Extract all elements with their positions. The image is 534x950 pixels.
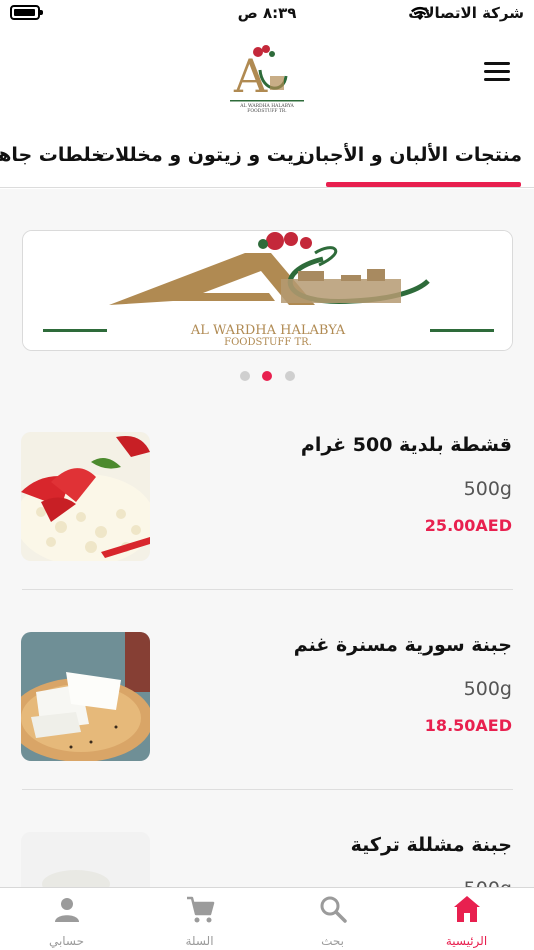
menu-icon[interactable] <box>484 62 510 84</box>
tab-ready-mixes[interactable]: خلطات جاهزة <box>0 144 105 166</box>
cart-icon <box>187 896 215 923</box>
product-item[interactable]: جبنة سورية مسنرة غنم 500g 18.50AED <box>0 578 534 778</box>
svg-text:AL WARDHA HALABYA: AL WARDHA HALABYA <box>190 323 346 338</box>
svg-text:A: A <box>233 49 268 103</box>
carrier-name: شركة الاتصالات <box>408 4 524 22</box>
category-tabs: منتجات الألبان و الأجبان زيت و زيتون و م… <box>0 130 534 188</box>
product-name: جبنة مشللة تركية <box>350 834 512 856</box>
tab-account[interactable]: حسابي <box>0 888 133 950</box>
home-icon <box>454 896 480 922</box>
promo-banner[interactable]: AL WARDHA HALABYA FOODSTUFF TR. <box>22 230 513 351</box>
search-icon <box>320 896 347 923</box>
tab-cart[interactable]: السلة <box>133 888 266 950</box>
banner-logo-image: AL WARDHA HALABYA FOODSTUFF TR. <box>23 231 512 350</box>
tab-home[interactable]: الرئيسية <box>400 888 533 950</box>
product-image[interactable] <box>21 632 150 761</box>
person-icon <box>55 898 79 922</box>
app-header: A AL WARDHA HALABYA FOODSTUFF TR. <box>0 30 534 130</box>
tab-cart-label: السلة <box>185 934 214 948</box>
svg-text:FOODSTUFF TR.: FOODSTUFF TR. <box>247 108 287 114</box>
main-content: AL WARDHA HALABYA FOODSTUFF TR. قشطة بلد… <box>0 189 534 950</box>
tab-account-label: حسابي <box>48 934 85 948</box>
tab-home-label: الرئيسية <box>445 934 488 948</box>
bottom-tab-bar: حسابي السلة بحث الرئيسية <box>0 887 534 950</box>
product-weight: 500g <box>463 478 512 500</box>
product-item[interactable]: قشطة بلدية 500 غرام 500g 25.00AED <box>0 378 534 578</box>
product-image[interactable] <box>21 432 150 561</box>
tab-oil-olives-pickles[interactable]: زيت و زيتون و مخللات <box>96 144 305 166</box>
svg-text:FOODSTUFF TR.: FOODSTUFF TR. <box>224 337 312 348</box>
product-name: جبنة سورية مسنرة غنم <box>293 634 512 656</box>
product-name: قشطة بلدية 500 غرام <box>300 434 512 456</box>
product-price: 25.00AED <box>424 516 512 535</box>
brand-logo: A AL WARDHA HALABYA FOODSTUFF TR. <box>230 45 304 114</box>
tab-search-label: بحث <box>321 934 344 948</box>
product-weight: 500g <box>463 678 512 700</box>
status-bar: ٨:٣٩ ص شركة الاتصالات <box>0 0 534 30</box>
tab-search[interactable]: بحث <box>266 888 399 950</box>
active-tab-indicator <box>326 182 521 187</box>
product-price: 18.50AED <box>424 716 512 735</box>
tab-dairy-cheese[interactable]: منتجات الألبان و الأجبان <box>299 144 522 166</box>
